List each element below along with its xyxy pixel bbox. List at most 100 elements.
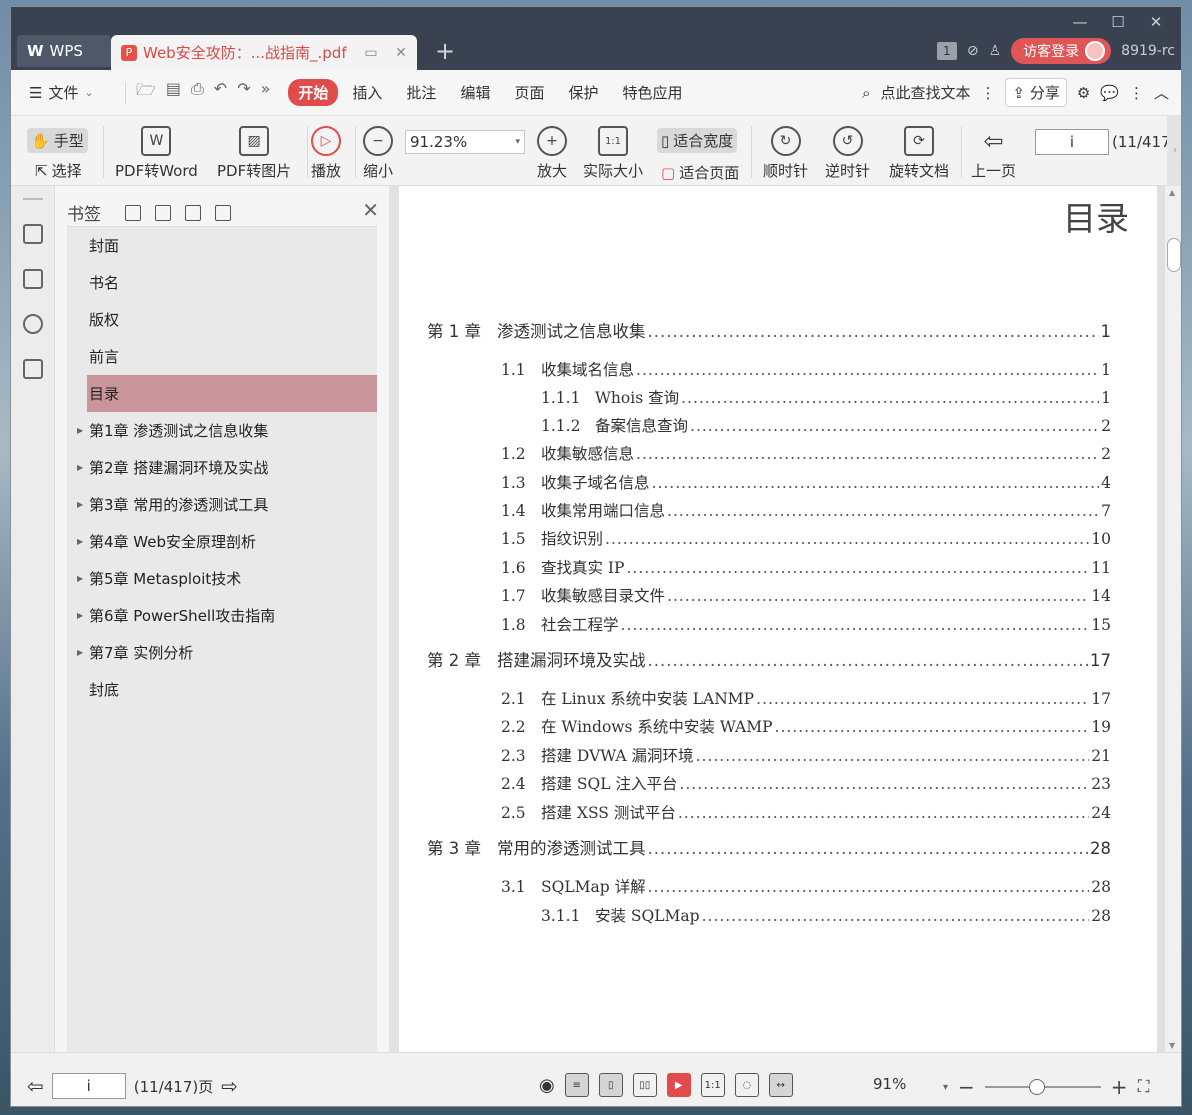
- single-page-icon[interactable]: ▯: [598, 1073, 623, 1097]
- vertical-scrollbar[interactable]: ▲ ▼: [1165, 186, 1181, 1052]
- zoom-slider-knob[interactable]: [1028, 1079, 1045, 1095]
- collapse-ribbon-icon[interactable]: ︿: [1154, 82, 1169, 103]
- toc-section-row[interactable]: 1.6 查找真实 IP 11: [501, 556, 1111, 578]
- login-button[interactable]: 访客登录: [1011, 38, 1112, 64]
- toc-section-row[interactable]: 1.3 收集子域名信息 4: [501, 471, 1111, 493]
- next-page-arrow-icon[interactable]: ⇨: [221, 1074, 238, 1098]
- expand-arrow-icon[interactable]: ▶: [77, 537, 83, 546]
- bookmark-item[interactable]: ▶ 第2章 搭建漏洞环境及实战: [67, 449, 377, 486]
- prev-page-arrow-icon[interactable]: ⇦: [27, 1074, 44, 1098]
- bookmark-item[interactable]: ▶ 第1章 渗透测试之信息收集: [67, 412, 377, 449]
- undo-icon[interactable]: ↶: [214, 79, 227, 106]
- scroll-up-icon[interactable]: ▲: [1169, 188, 1175, 197]
- expand-arrow-icon[interactable]: ▶: [77, 500, 83, 509]
- tab-pin-icon[interactable]: ▭: [359, 45, 383, 61]
- bookmark-item[interactable]: 前言: [67, 338, 377, 375]
- toc-chapter-row[interactable]: 第 2 章搭建漏洞环境及实战 17: [427, 647, 1111, 671]
- annotation-pen-icon[interactable]: [22, 314, 43, 334]
- comment-icon[interactable]: 💬: [1100, 84, 1119, 102]
- hand-tool-button[interactable]: ✋ 手型: [27, 128, 88, 153]
- eye-icon[interactable]: ◉: [539, 1075, 555, 1096]
- double-page-icon[interactable]: ▯▯: [632, 1073, 657, 1097]
- expand-all-icon[interactable]: [125, 204, 141, 221]
- bookmark-item[interactable]: 书名: [67, 264, 377, 301]
- toc-section-row[interactable]: 2.4 搭建 SQL 注入平台 23: [501, 772, 1111, 794]
- page-number-input[interactable]: i: [1035, 129, 1109, 155]
- status-page-input[interactable]: i: [51, 1073, 126, 1099]
- skin-shirt-icon[interactable]: ♙: [989, 43, 1002, 59]
- bookmark-item[interactable]: ▶ 第3章 常用的渗透测试工具: [67, 486, 377, 523]
- toc-section-row[interactable]: 1.8 社会工程学 15: [501, 613, 1111, 635]
- thumbnail-image-icon[interactable]: [22, 269, 43, 289]
- toc-section-row[interactable]: 1.2 收集敏感信息 2: [501, 442, 1111, 464]
- fullscreen-icon[interactable]: ⛶: [1138, 1077, 1150, 1097]
- toc-section-row[interactable]: 3.1.1 安装 SQLMap 28: [541, 904, 1111, 926]
- bookmark-settings-icon[interactable]: [215, 204, 231, 221]
- rotate-clockwise-button[interactable]: ↻ 顺时针: [763, 126, 808, 181]
- menu-annotate[interactable]: 批注: [396, 79, 446, 106]
- toc-section-row[interactable]: 1.1.1 Whois 查询 1: [541, 386, 1111, 408]
- panel-splitter[interactable]: [389, 186, 399, 1052]
- toolbar-scroll-right[interactable]: ›: [1167, 116, 1181, 186]
- toc-section-row[interactable]: 2.1 在 Linux 系统中安装 LANMP 17: [501, 687, 1111, 709]
- sync-icon[interactable]: ⊘: [967, 43, 979, 59]
- toc-chapter-row[interactable]: 第 3 章常用的渗透测试工具 28: [427, 835, 1111, 859]
- bookmark-item[interactable]: 封底: [67, 671, 377, 708]
- fit-width-button[interactable]: ▯ 适合宽度: [657, 128, 738, 153]
- expand-arrow-icon[interactable]: ▶: [77, 463, 83, 472]
- toc-section-row[interactable]: 2.5 搭建 XSS 测试平台 24: [501, 801, 1111, 823]
- toc-section-row[interactable]: 2.2 在 Windows 系统中安装 WAMP 19: [501, 715, 1111, 737]
- close-window-button[interactable]: ✕: [1137, 11, 1175, 33]
- zoom-out-minus-icon[interactable]: −: [958, 1075, 975, 1099]
- new-tab-button[interactable]: +: [435, 37, 455, 65]
- toc-section-row[interactable]: 2.3 搭建 DVWA 漏洞环境 21: [501, 744, 1111, 766]
- save-icon[interactable]: ▤: [166, 79, 181, 106]
- bookmark-item[interactable]: ▶ 第6章 PowerShell攻击指南: [67, 597, 377, 634]
- bookmark-item[interactable]: 版权: [67, 301, 377, 338]
- menu-start[interactable]: 开始: [288, 79, 339, 106]
- menu-special[interactable]: 特色应用: [612, 79, 692, 106]
- expand-arrow-icon[interactable]: ▶: [77, 648, 83, 657]
- fit-page-icon[interactable]: ◌: [734, 1073, 759, 1097]
- tab-wps-home[interactable]: W WPS: [17, 35, 111, 67]
- scroll-down-icon[interactable]: ▼: [1169, 1041, 1175, 1050]
- play-slideshow-icon[interactable]: ▶: [666, 1073, 691, 1097]
- select-tool-button[interactable]: ⇱ 选择: [31, 158, 86, 183]
- menu-page[interactable]: 页面: [504, 79, 554, 106]
- tab-close-icon[interactable]: ✕: [389, 45, 413, 61]
- bookmark-item[interactable]: 目录: [87, 375, 377, 412]
- redo-icon[interactable]: ↷: [237, 79, 250, 106]
- pdf-to-word-button[interactable]: W PDF转Word: [115, 126, 198, 181]
- scroll-thumb[interactable]: [1167, 238, 1181, 272]
- bookmark-item[interactable]: 封面: [67, 227, 377, 264]
- toc-chapter-row[interactable]: 第 1 章渗透测试之信息收集 1: [427, 318, 1111, 342]
- expand-arrow-icon[interactable]: ▶: [77, 611, 83, 620]
- collapse-all-icon[interactable]: [155, 204, 171, 221]
- open-folder-icon[interactable]: 🗁: [136, 79, 156, 106]
- minimize-button[interactable]: —: [1061, 11, 1099, 33]
- toc-section-row[interactable]: 1.7 收集敏感目录文件 14: [501, 584, 1111, 606]
- add-bookmark-icon[interactable]: [185, 204, 201, 221]
- close-panel-icon[interactable]: ✕: [362, 198, 379, 222]
- toc-section-row[interactable]: 1.1.2 备案信息查询 2: [541, 414, 1111, 436]
- gear-icon[interactable]: ⚙: [1077, 84, 1090, 102]
- share-button[interactable]: ⇪ 分享: [1005, 78, 1067, 107]
- continuous-view-icon[interactable]: ≡: [564, 1073, 589, 1097]
- window-count-badge[interactable]: 1: [936, 42, 957, 60]
- expand-arrow-icon[interactable]: ▶: [77, 574, 83, 583]
- zoom-slider[interactable]: [984, 1079, 1101, 1095]
- toc-section-row[interactable]: 3.1 SQLMap 详解 28: [501, 875, 1111, 897]
- bookmark-item[interactable]: ▶ 第4章 Web安全原理剖析: [67, 523, 377, 560]
- file-menu[interactable]: ☰ 文件 ⌄: [11, 82, 121, 103]
- zoom-out-button[interactable]: − 缩小: [363, 126, 393, 181]
- more-icon[interactable]: »: [261, 79, 271, 106]
- fit-width-icon[interactable]: ↔: [768, 1073, 793, 1097]
- actual-size-icon[interactable]: 1:1: [700, 1073, 725, 1097]
- toc-section-row[interactable]: 1.1 收集域名信息 1: [501, 358, 1111, 380]
- search-icon[interactable]: ⌕: [862, 84, 870, 102]
- signature-icon[interactable]: [22, 359, 43, 379]
- menu-insert[interactable]: 插入: [342, 79, 392, 106]
- search-text-button[interactable]: 点此查找文本: [880, 82, 970, 103]
- actual-size-button[interactable]: 1:1 实际大小: [583, 126, 643, 181]
- print-icon[interactable]: ⎙: [191, 79, 204, 106]
